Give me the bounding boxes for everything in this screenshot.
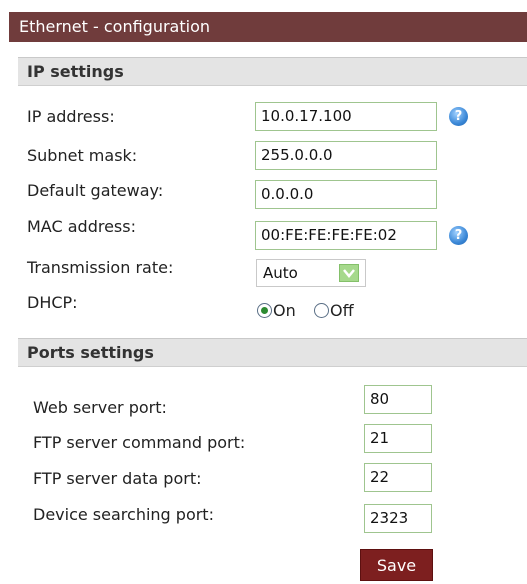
- mac-address-field[interactable]: 00:FE:FE:FE:FE:02: [255, 221, 437, 250]
- device-search-port-field[interactable]: 2323: [364, 504, 432, 533]
- dhcp-on-label: On: [273, 301, 296, 320]
- ip-address-help-icon[interactable]: ?: [449, 107, 468, 126]
- dhcp-off-radio[interactable]: [314, 303, 329, 318]
- dhcp-off-label: Off: [330, 301, 354, 320]
- dhcp-on-radio[interactable]: [257, 303, 272, 318]
- ip-address-label: IP address:: [27, 107, 115, 126]
- ip-address-field[interactable]: 10.0.17.100: [255, 102, 437, 131]
- ftp-command-port-field[interactable]: 21: [364, 424, 432, 453]
- transmission-rate-label: Transmission rate:: [27, 258, 174, 277]
- ip-settings-header: IP settings: [18, 57, 527, 86]
- subnet-mask-label: Subnet mask:: [27, 146, 138, 165]
- chevron-down-icon[interactable]: [339, 264, 359, 282]
- ip-settings-heading: IP settings: [27, 62, 124, 81]
- page-title: Ethernet - configuration: [19, 17, 210, 36]
- ftp-data-port-field[interactable]: 22: [364, 463, 432, 492]
- subnet-mask-field[interactable]: 255.0.0.0: [255, 141, 437, 170]
- save-button[interactable]: Save: [360, 549, 433, 581]
- web-server-port-field[interactable]: 80: [364, 385, 432, 414]
- web-server-port-label: Web server port:: [33, 398, 167, 417]
- transmission-rate-value: Auto: [263, 264, 298, 282]
- title-bar: Ethernet - configuration: [9, 12, 527, 42]
- ports-settings-heading: Ports settings: [27, 343, 154, 362]
- ftp-data-port-label: FTP server data port:: [33, 469, 202, 488]
- default-gateway-field[interactable]: 0.0.0.0: [255, 180, 437, 209]
- dhcp-label: DHCP:: [27, 293, 78, 312]
- mac-address-help-icon[interactable]: ?: [449, 226, 468, 245]
- mac-address-label: MAC address:: [27, 217, 136, 236]
- transmission-rate-select[interactable]: Auto: [256, 259, 366, 287]
- default-gateway-label: Default gateway:: [27, 181, 164, 200]
- device-search-port-label: Device searching port:: [33, 505, 214, 524]
- ftp-command-port-label: FTP server command port:: [33, 433, 246, 452]
- ports-settings-header: Ports settings: [18, 338, 527, 367]
